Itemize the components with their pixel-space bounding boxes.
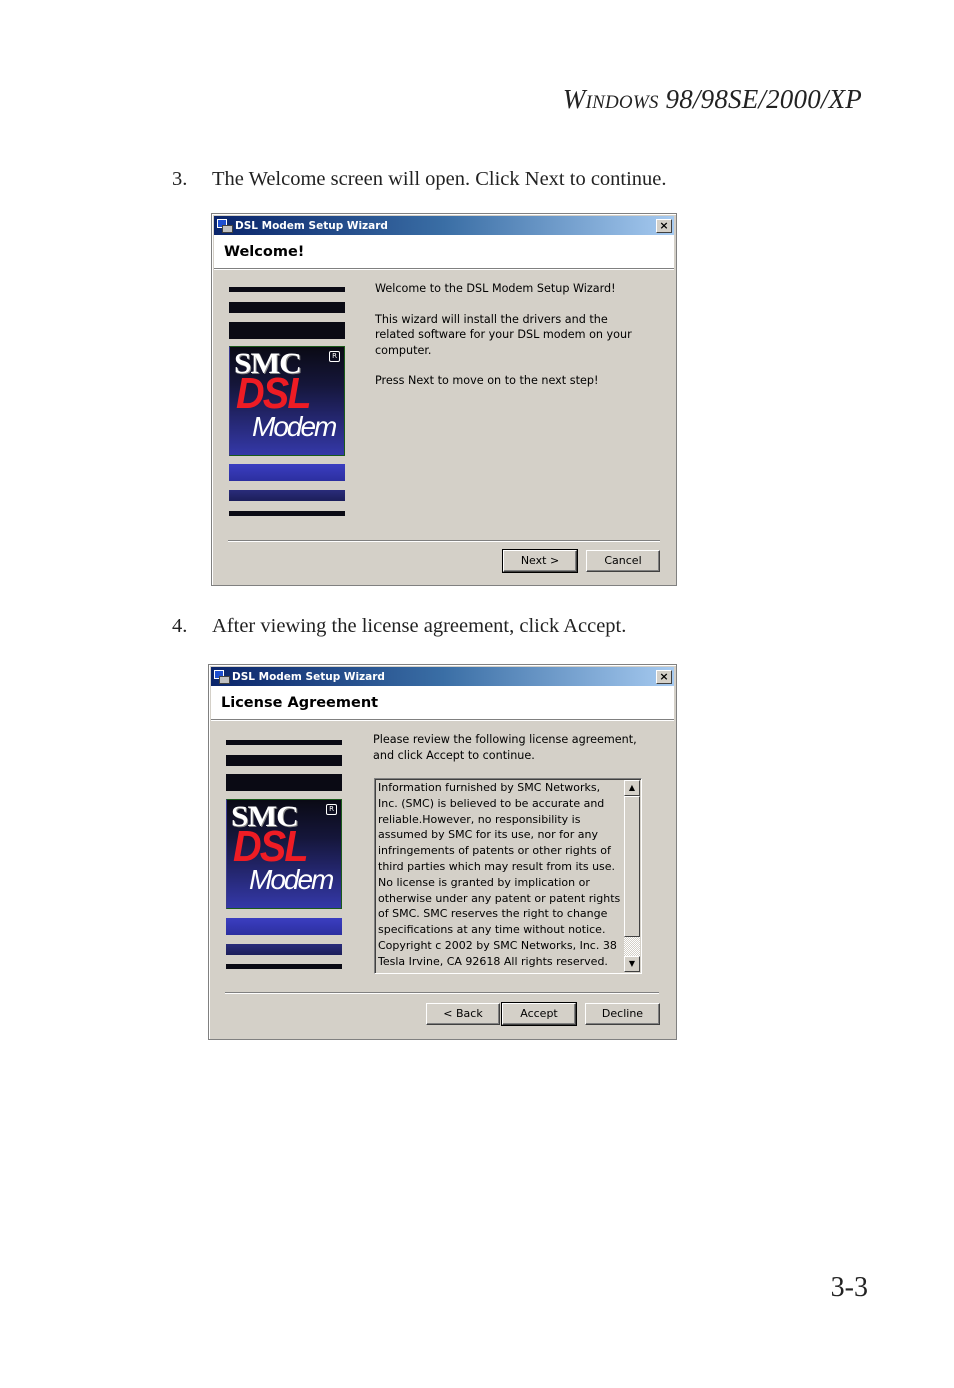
running-head-rest: 98/98SE/2000/XP [658, 84, 862, 114]
cancel-button[interactable]: Cancel [586, 550, 660, 572]
window-title: DSL Modem Setup Wizard [232, 670, 385, 683]
banner-stripe [226, 755, 342, 766]
step-3: 3. The Welcome screen will open. Click Ne… [172, 168, 667, 191]
smc-dsl-modem-logo: SMC R DSL Modem [226, 799, 342, 909]
step-4: 4. After viewing the license agreement, c… [172, 615, 626, 638]
banner-stripe [226, 964, 342, 969]
logo-subtitle: Modem [249, 864, 334, 895]
running-head-smallcaps: indows [585, 92, 659, 113]
title-bar[interactable]: DSL Modem Setup Wizard × [214, 216, 674, 235]
next-button[interactable]: Next > [502, 549, 578, 573]
accept-button[interactable]: Accept [501, 1002, 577, 1026]
registered-icon: R [326, 804, 337, 815]
welcome-paragraph: Press Next to move on to the next step! [375, 374, 599, 388]
welcome-dialog: DSL Modem Setup Wizard × Welcome! SMC R … [211, 213, 677, 586]
scroll-thumb[interactable] [624, 796, 640, 937]
license-instruction: Please review the following license agre… [373, 733, 637, 762]
vertical-scrollbar[interactable]: ▲ ▼ [624, 780, 640, 972]
logo-subtitle: Modem [252, 411, 337, 442]
scroll-down-button[interactable]: ▼ [624, 956, 640, 972]
footer-divider [228, 540, 660, 542]
step-text: After viewing the license agreement, cli… [212, 615, 627, 637]
wizard-side-banner: SMC R DSL Modem [229, 287, 345, 517]
banner-stripe [229, 322, 345, 339]
wizard-header: Welcome! [214, 235, 674, 269]
window-title: DSL Modem Setup Wizard [235, 219, 388, 232]
banner-stripe [226, 918, 342, 935]
license-dialog: DSL Modem Setup Wizard × License Agreeme… [208, 664, 677, 1040]
license-text: Information furnished by SMC Networks, I… [378, 781, 621, 968]
welcome-paragraph: This wizard will install the drivers and… [375, 312, 632, 357]
banner-stripe [229, 287, 345, 292]
title-bar[interactable]: DSL Modem Setup Wizard × [211, 667, 674, 686]
registered-icon: R [329, 351, 340, 362]
banner-stripe [226, 740, 342, 745]
banner-stripe [226, 944, 342, 955]
close-button[interactable]: × [656, 669, 672, 684]
step-text: The Welcome screen will open. Click Next… [212, 168, 667, 190]
banner-stripe [229, 464, 345, 481]
back-button[interactable]: < Back [426, 1003, 500, 1025]
page-number: 3-3 [830, 1272, 868, 1303]
banner-stripe [229, 302, 345, 313]
step-number: 3. [172, 168, 188, 190]
running-head-initial: W [562, 84, 586, 114]
close-button[interactable]: × [656, 218, 672, 233]
setup-wizard-icon [216, 218, 233, 233]
page-title: Welcome! [224, 243, 305, 260]
welcome-text: Welcome to the DSL Modem Setup Wizard! T… [375, 281, 645, 389]
wizard-header: License Agreement [211, 686, 674, 720]
scroll-up-button[interactable]: ▲ [624, 780, 640, 796]
footer-divider [225, 992, 659, 994]
wizard-side-banner: SMC R DSL Modem [226, 740, 342, 970]
banner-stripe [229, 511, 345, 516]
running-head: Windows 98/98SE/2000/XP [563, 84, 862, 115]
decline-button[interactable]: Decline [585, 1003, 660, 1025]
banner-stripe [229, 490, 345, 501]
banner-stripe [226, 774, 342, 791]
smc-dsl-modem-logo: SMC R DSL Modem [229, 346, 345, 456]
license-textbox[interactable]: Information furnished by SMC Networks, I… [374, 778, 642, 974]
welcome-paragraph: Welcome to the DSL Modem Setup Wizard! [375, 282, 616, 295]
setup-wizard-icon [213, 669, 230, 684]
step-number: 4. [172, 615, 188, 637]
page-title: License Agreement [221, 694, 379, 711]
